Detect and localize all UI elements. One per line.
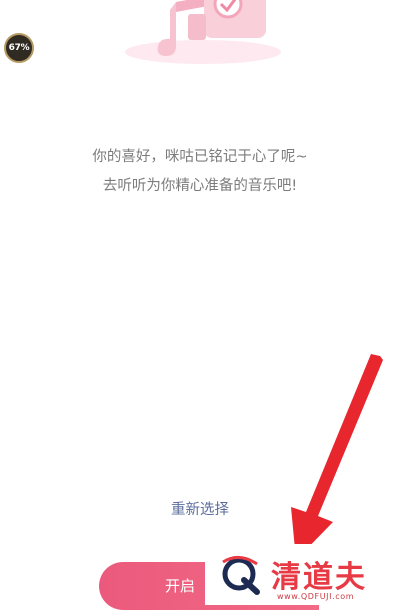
progress-badge: 67% [4, 33, 34, 63]
watermark-title: 清道夫 [271, 560, 367, 595]
message-line-1: 你的喜好，咪咕已铭记于心了呢~ [92, 149, 308, 165]
progress-percentage: 67% [8, 43, 30, 53]
music-illustration-icon [125, 0, 281, 64]
start-button-label: 开启 [165, 577, 196, 595]
watermark-logo-icon [222, 556, 260, 595]
reselect-link[interactable]: 重新选择 [0, 498, 400, 519]
message-line-2: 去听听为你精心准备的音乐吧! [102, 178, 298, 194]
watermark-url: www.QDFUJI.com [277, 592, 355, 601]
watermark: 清道夫 www.QDFUJI.com [205, 544, 400, 605]
